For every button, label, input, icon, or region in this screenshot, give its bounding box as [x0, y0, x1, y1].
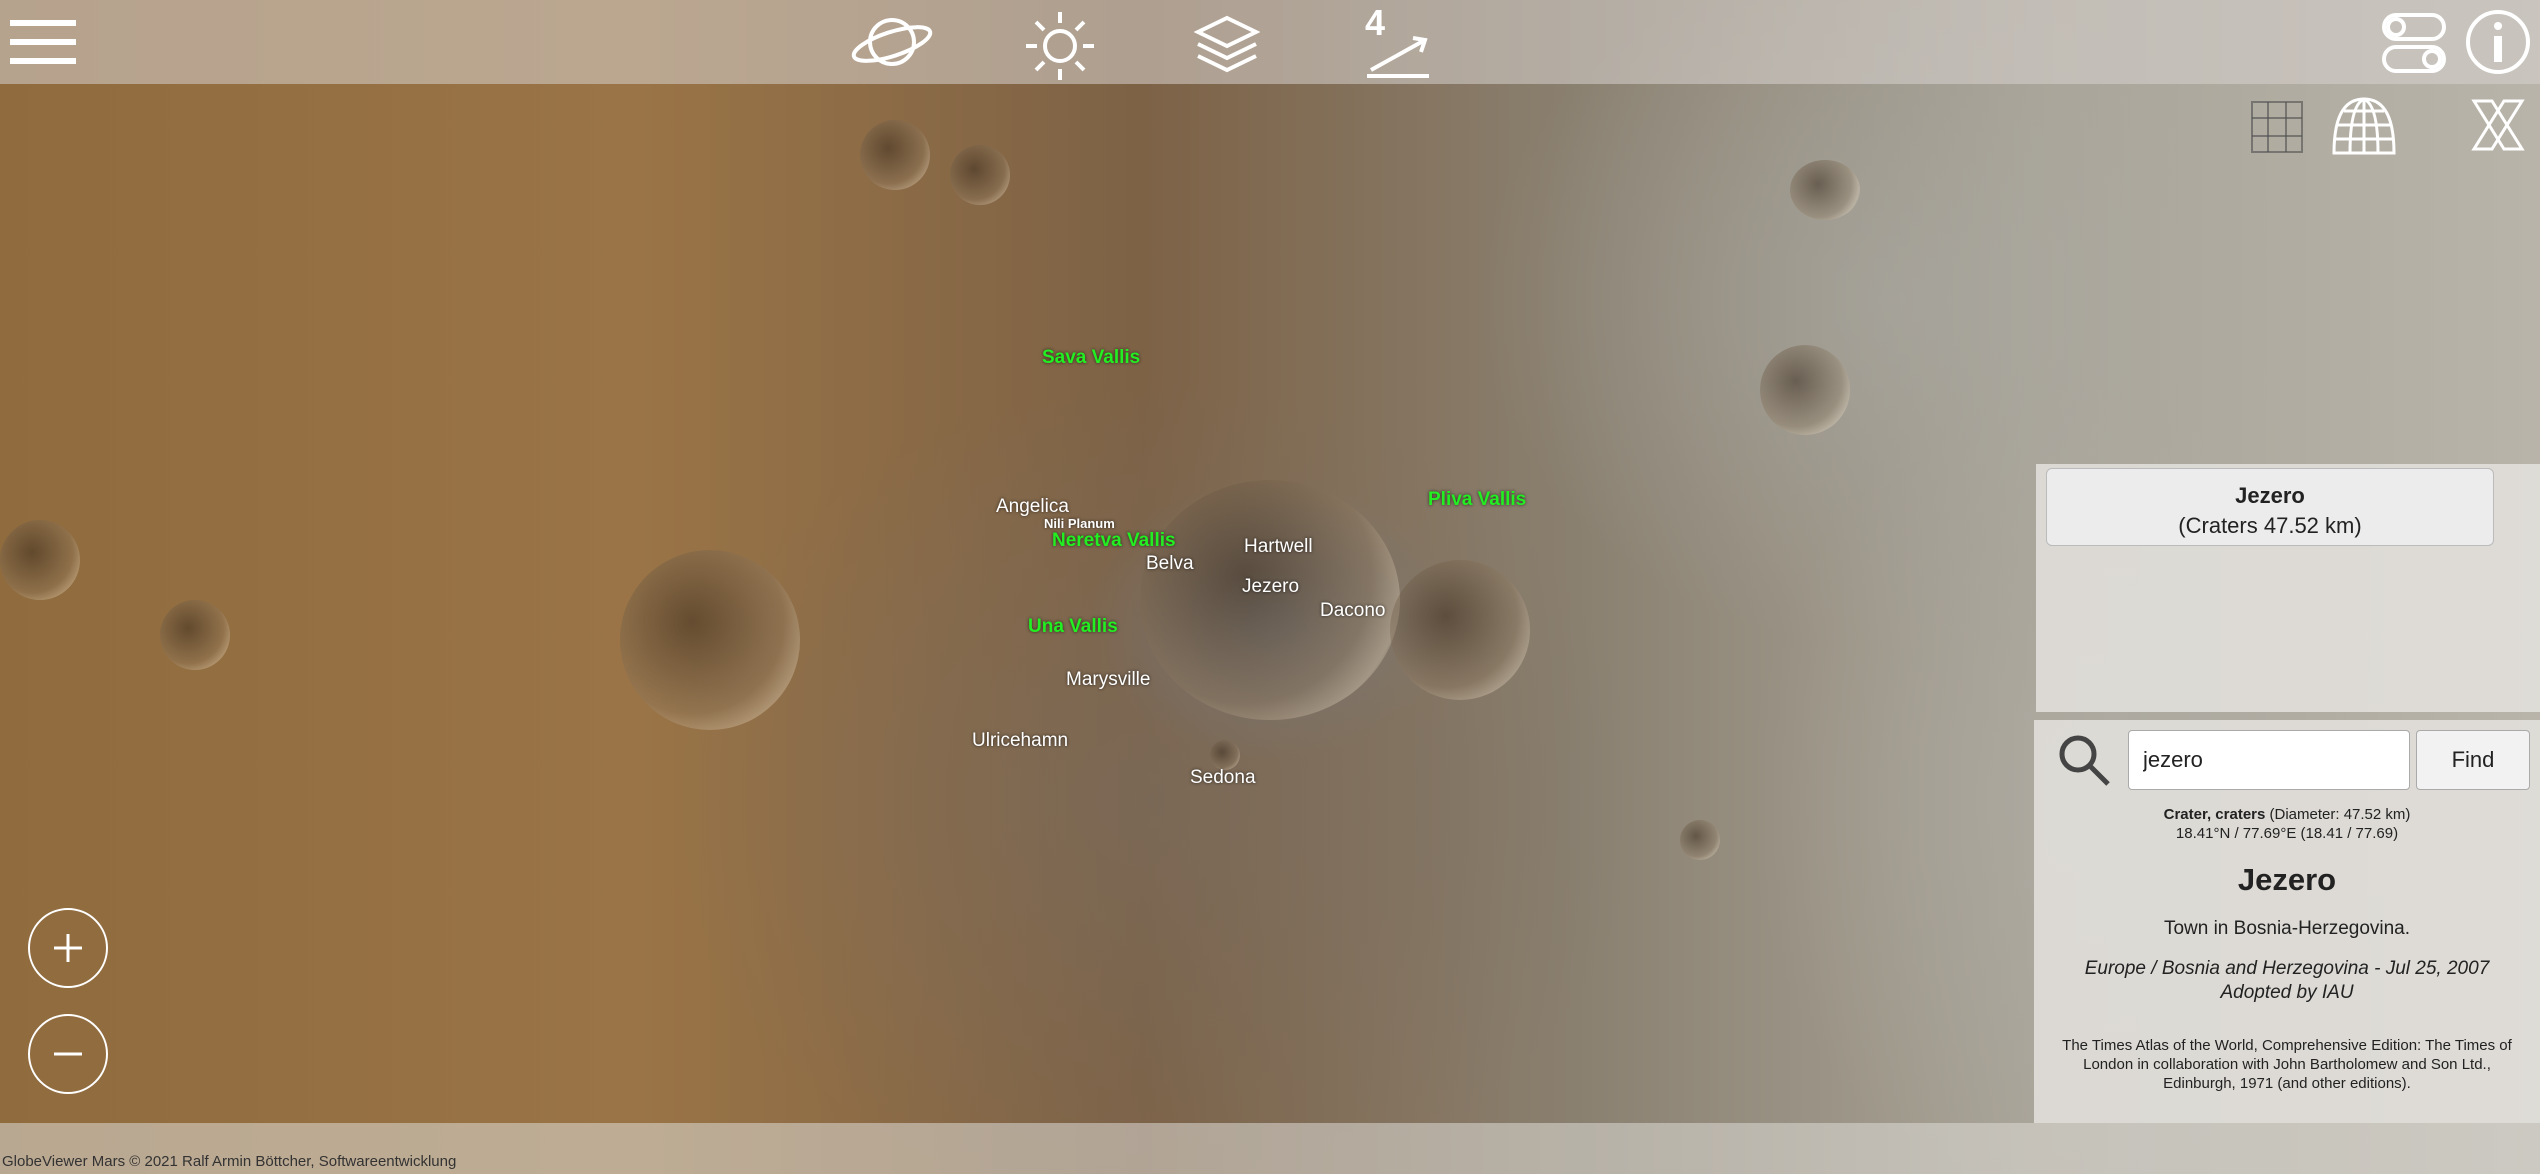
x-icon[interactable]: [2470, 97, 2526, 153]
feature-panel: Jezero (Craters 47.52 km): [2036, 464, 2540, 712]
crater: [950, 145, 1010, 205]
label-marysville[interactable]: Marysville: [1066, 669, 1150, 691]
info-description: Town in Bosnia-Herzegovina.: [2163, 918, 2411, 939]
label-neretva-vallis[interactable]: Neretva Vallis: [1052, 530, 1176, 552]
copyright-text: GlobeViewer Mars © 2021 Ralf Armin Böttc…: [2, 1153, 457, 1170]
feature-name: Jezero: [2235, 483, 2305, 508]
crater: [1390, 560, 1530, 700]
measure-badge[interactable]: 4: [1365, 2, 1433, 80]
feature-subtitle: (Craters 47.52 km): [2178, 513, 2362, 538]
planet-icon[interactable]: [850, 12, 934, 72]
info-title: Jezero: [2237, 862, 2337, 897]
zoom-in-button[interactable]: [28, 908, 108, 988]
info-adopted: Adopted by IAU: [2220, 982, 2354, 1003]
feature-coordinates: 18.41°N / 77.69°E (18.41 / 77.69): [2175, 825, 2399, 842]
globe-grid-icon[interactable]: [2330, 95, 2398, 157]
crater: [620, 550, 800, 730]
toggle-switches-icon[interactable]: [2382, 12, 2446, 74]
feature-type: Crater, craters (Diameter: 47.52 km): [2034, 806, 2540, 823]
crater: [1210, 740, 1240, 770]
label-sava-vallis[interactable]: Sava Vallis: [1042, 347, 1140, 369]
magnifier-icon: [2056, 732, 2112, 793]
hamburger-menu-icon[interactable]: [10, 18, 76, 66]
find-button[interactable]: Find: [2416, 730, 2530, 790]
crater: [0, 520, 80, 600]
info-source: The Times Atlas of the World, Comprehens…: [2062, 1037, 2512, 1092]
plus-icon: [54, 934, 82, 962]
measure-count: 4: [1365, 2, 1386, 43]
feature-type-bold: Crater, craters: [2163, 806, 2266, 823]
label-una-vallis[interactable]: Una Vallis: [1028, 616, 1118, 638]
label-belva[interactable]: Belva: [1146, 553, 1194, 575]
info-icon[interactable]: [2464, 8, 2532, 76]
crater: [1680, 820, 1720, 860]
info-origin: Europe / Bosnia and Herzegovina - Jul 25…: [2084, 958, 2490, 979]
label-jezero[interactable]: Jezero: [1242, 576, 1299, 598]
label-sedona[interactable]: Sedona: [1190, 767, 1256, 789]
feature-diameter: (Diameter: 47.52 km): [2265, 806, 2411, 823]
info-panel: Find Crater, craters (Diameter: 47.52 km…: [2034, 720, 2540, 1123]
sun-icon[interactable]: [1024, 10, 1096, 82]
crater: [860, 120, 930, 190]
layers-icon[interactable]: [1194, 14, 1260, 76]
feature-title-button[interactable]: Jezero (Craters 47.52 km): [2046, 468, 2494, 546]
minus-icon: [54, 1052, 82, 1056]
top-toolbar: [0, 0, 2540, 84]
label-ulricehamn[interactable]: Ulricehamn: [972, 730, 1068, 752]
label-pliva-vallis[interactable]: Pliva Vallis: [1428, 489, 1526, 511]
grid-icon[interactable]: [2250, 100, 2304, 154]
label-dacono[interactable]: Dacono: [1320, 600, 1386, 622]
crater: [1760, 345, 1850, 435]
label-nili-planum[interactable]: Nili Planum: [1044, 516, 1115, 531]
label-angelica[interactable]: Angelica: [996, 496, 1069, 518]
search-input[interactable]: [2128, 730, 2410, 790]
crater: [160, 600, 230, 670]
label-hartwell[interactable]: Hartwell: [1244, 536, 1313, 558]
crater: [1790, 160, 1860, 220]
zoom-out-button[interactable]: [28, 1014, 108, 1094]
